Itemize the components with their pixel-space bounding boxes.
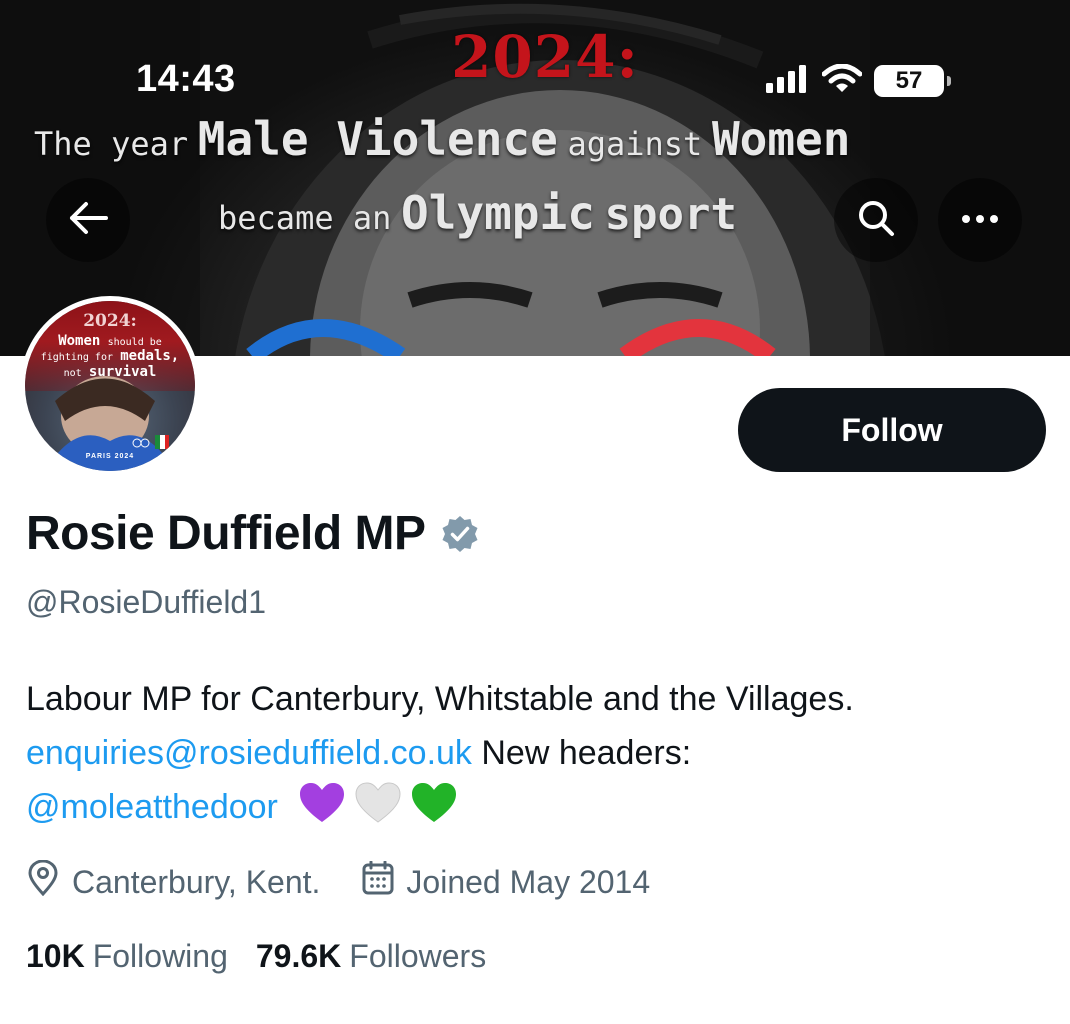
avatar-text: medals, [120,348,180,364]
following-count: 10K [26,938,85,974]
display-name-text: Rosie Duffield MP [26,507,426,560]
search-button[interactable] [834,178,918,262]
search-icon [856,198,896,243]
location-pin-icon [26,859,72,904]
avatar-text: Women [58,333,101,349]
battery-level: 57 [895,67,923,94]
back-button[interactable] [46,178,130,262]
banner-year-text: 2024: [451,23,639,91]
followers-stat-link[interactable]: 79.6K Followers [256,938,486,975]
calendar-icon [362,860,406,903]
more-icon [960,211,1000,229]
bio-mention-link[interactable]: @moleatthedoor [26,788,278,826]
avatar-line1: Women should be [25,333,195,349]
avatar-year-text: 2024: [83,311,137,331]
bio-headers-text: New headers: [471,734,692,772]
status-bar-time: 14:43 [136,58,236,100]
profile-stats: 10K Following 79.6K Followers [26,938,486,975]
avatar-text: survival [88,364,157,380]
back-arrow-icon [68,201,108,240]
banner-text: Male Violence [197,112,558,166]
follow-button[interactable]: Follow [738,388,1046,472]
following-stat-link[interactable]: 10K Following [26,938,228,975]
profile-joined-date: Joined May 2014 [362,860,651,903]
avatar-line2: fighting for medals, [25,348,195,364]
banner-text: against [567,125,703,163]
banner-text: Women [711,112,851,166]
banner-headline-line2: became an Olympic sport [218,186,737,240]
location-text: Canterbury, Kent. [72,863,321,900]
bio-email-link[interactable]: enquiries@rosieduffield.co.uk [26,734,472,772]
avatar-text: should be [107,337,162,348]
status-bar-icons: 57 [766,63,951,99]
green-heart-icon [411,782,457,840]
profile-handle: @RosieDuffield1 [26,584,267,620]
purple-heart-icon [299,782,345,840]
signal-icon [766,64,810,98]
avatar-text: fighting for [40,352,113,363]
more-options-button[interactable] [938,178,1022,262]
followers-count: 79.6K [255,938,342,974]
white-heart-icon [355,782,401,840]
verified-badge-icon[interactable] [440,514,480,554]
avatar-image: 2024: Women should be fighting for medal… [25,301,195,471]
banner-text: The year [34,125,189,163]
profile-avatar[interactable]: 2024: Women should be fighting for medal… [20,296,200,476]
joined-text: Joined May 2014 [406,863,651,900]
wifi-icon [821,63,863,99]
bio-text: Labour MP for Canterbury, Whitstable and… [26,680,854,718]
banner-text: Olympic [401,186,595,240]
avatar-text: not [63,368,82,379]
profile-location: Canterbury, Kent. [26,859,321,904]
avatar-line3: not survival [25,364,195,380]
banner-text: became an [218,199,392,237]
battery-icon: 57 [874,65,951,97]
banner-text: sport [604,189,737,240]
profile-bio: Labour MP for Canterbury, Whitstable and… [26,672,1056,840]
banner-headline-line1: The year Male Violence against Women [34,112,850,166]
avatar-footer-text: PARIS 2024 [85,453,135,460]
followers-label: Followers [349,938,487,974]
following-label: Following [92,938,228,974]
profile-meta: Canterbury, Kent. Joined May 2014 [26,859,651,904]
profile-display-name: Rosie Duffield MP [26,506,480,561]
